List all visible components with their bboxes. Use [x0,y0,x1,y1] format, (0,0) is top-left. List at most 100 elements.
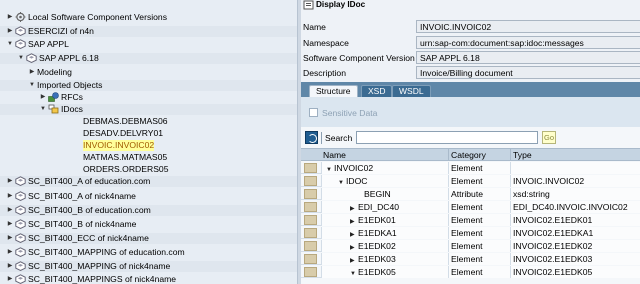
tab-xsd[interactable]: XSD [361,85,393,97]
field-namespace-value[interactable]: urn:sap-com:document:sap:idoc:messages [416,36,640,49]
column-header-name[interactable]: Name [321,149,448,161]
tree-item[interactable]: ▶ SC_BIT400_B of education.com [0,205,297,216]
table-row[interactable]: ▼ E1EDK05 Element INVOIC02.E1EDK05 [301,266,640,278]
tree-item[interactable]: ▼ Imported Objects [0,80,297,91]
tree-item[interactable]: ▶ SC_BIT400_A of nick4name [0,191,297,202]
table-row[interactable]: ▶ E1EDKA1 Element INVOIC02.E1EDKA1 [301,227,640,239]
collapse-arrow-icon[interactable]: ▼ [326,164,334,174]
tree-item[interactable]: ▶ SC_BIT400_MAPPINGS of nick4name [0,274,297,284]
tree-item-label: SC_BIT400_B of nick4name [28,219,137,229]
software-component-version-icon [15,191,26,201]
tree-item-label: SC_BIT400_A of education.com [28,176,151,186]
expand-arrow-icon[interactable]: ▶ [350,216,358,226]
tab-structure[interactable]: Structure [309,85,358,97]
cell-name: BEGIN [321,188,448,200]
tree-item-label: Local Software Component Versions [28,12,168,22]
cell-name-text: IDOC [346,176,368,186]
tree-idoc-item[interactable]: DEBMAS.DEBMAS06 [83,116,168,127]
expand-arrow-icon[interactable]: ▶ [5,191,15,202]
row-selector[interactable] [304,241,317,251]
collapse-arrow-icon[interactable]: ▼ [350,268,358,278]
expand-arrow-icon[interactable]: ▶ [5,274,15,284]
cell-category: Element [448,214,510,226]
cell-name-text: EDI_DC40 [358,202,400,212]
tree-item[interactable]: ▼ SAP APPL [0,39,297,50]
tree-idoc-item[interactable]: ORDERS.ORDERS05 [83,164,168,175]
tree-item[interactable]: ▶ SC_BIT400_ECC of nick4name [0,233,297,244]
collapse-arrow-icon[interactable]: ▼ [27,80,37,91]
expand-arrow-icon[interactable]: ▶ [350,255,358,265]
table-toolbar: Search Go [301,130,640,145]
collapse-arrow-icon[interactable]: ▼ [338,177,346,187]
collapse-arrow-icon[interactable]: ▼ [38,104,48,115]
field-description-value[interactable]: Invoice/Billing document [416,66,640,79]
expand-arrow-icon[interactable]: ▶ [350,203,358,213]
tree-idoc-item[interactable]: INVOIC.INVOIC02 [83,140,155,151]
table-row[interactable]: ▼ INVOIC02 Element [301,162,640,174]
tree-item-label: SC_BIT400_MAPPING of education.com [28,247,185,257]
expand-arrow-icon[interactable]: ▶ [5,205,15,216]
expand-arrow-icon[interactable]: ▶ [5,176,15,187]
tree-item[interactable]: ▶ SC_BIT400_B of nick4name [0,219,297,230]
field-name-value[interactable]: INVOIC.INVOIC02 [416,20,640,33]
table-row[interactable]: ▶ EDI_DC40 Element EDI_DC40.INVOIC.INVOIC02 [301,201,640,213]
search-go-button[interactable]: Go [542,131,556,144]
row-selector[interactable] [304,228,317,238]
tree-idoc-item[interactable]: DESADV.DELVRY01 [83,128,163,139]
expand-arrow-icon[interactable]: ▶ [5,233,15,244]
table-row[interactable]: ▼ IDOC Element INVOIC.INVOIC02 [301,175,640,187]
tree-idoc-item[interactable]: MATMAS.MATMAS05 [83,152,167,163]
search-input[interactable] [356,131,538,144]
cell-category: Element [448,162,510,174]
field-name: Name INVOIC.INVOIC02 [301,20,640,34]
tree-item[interactable]: ▶ SC_BIT400_A of education.com [0,176,297,187]
table-row[interactable]: ▶ E1EDK01 Element INVOIC02.E1EDK01 [301,214,640,226]
column-header-type[interactable]: Type [510,149,640,161]
tree-item-label: SAP APPL [28,39,69,49]
table-settings-icon[interactable] [305,131,318,144]
cell-category: Element [448,201,510,213]
row-selector[interactable] [304,267,317,277]
table-row[interactable]: ▶ E1EDK03 Element INVOIC02.E1EDK03 [301,253,640,265]
software-component-version-icon [15,261,26,271]
tab-bar: Structure XSD WSDL [301,82,640,97]
expand-arrow-icon[interactable]: ▶ [5,219,15,230]
expand-arrow-icon[interactable]: ▶ [5,12,15,23]
collapse-arrow-icon[interactable]: ▼ [16,53,26,64]
row-selector[interactable] [304,176,317,186]
row-selector[interactable] [304,254,317,264]
cell-type: EDI_DC40.INVOIC.INVOIC02 [510,201,640,213]
tree-item[interactable]: ▶ SC_BIT400_MAPPING of education.com [0,247,297,258]
expand-arrow-icon[interactable]: ▶ [27,67,37,78]
tree-item[interactable]: ▶ Local Software Component Versions [0,12,297,23]
expand-arrow-icon[interactable]: ▶ [5,26,15,37]
tree-item[interactable]: ▶ RFCs [0,92,297,103]
expand-arrow-icon[interactable]: ▶ [5,247,15,258]
structure-table: Search Go Name Category Type ▼ INVOIC02 El… [301,127,640,284]
column-header-category[interactable]: Category [448,149,510,161]
cell-name-text: E1EDK01 [358,215,396,225]
expand-arrow-icon[interactable]: ▶ [350,242,358,252]
row-selector[interactable] [304,163,317,173]
expand-arrow-icon[interactable]: ▶ [5,261,15,272]
tree-item[interactable]: ▼ IDocs [0,104,297,115]
tree-item-label: Modeling [37,67,72,77]
field-swcv-value[interactable]: SAP APPL 6.18 [416,51,640,64]
tree-item[interactable]: ▶ ESERCIZI of n4n [0,26,297,37]
tree-item-label: ORDERS.ORDERS05 [83,164,169,174]
sensitive-data-checkbox[interactable] [309,108,318,117]
expand-arrow-icon[interactable]: ▶ [350,229,358,239]
field-namespace: Namespace urn:sap-com:document:sap:idoc:… [301,36,640,50]
tree-item[interactable]: ▼ SAP APPL 6.18 [0,53,297,64]
collapse-arrow-icon[interactable]: ▼ [5,39,15,50]
expand-arrow-icon[interactable]: ▶ [38,92,48,103]
table-row[interactable]: BEGIN Attribute xsd:string [301,188,640,200]
tree-item[interactable]: ▶ SC_BIT400_MAPPING of nick4name [0,261,297,272]
cell-name: ▼ E1EDK05 [321,266,448,278]
row-selector[interactable] [304,202,317,212]
tab-wsdl[interactable]: WSDL [392,85,431,97]
tree-item[interactable]: ▶ Modeling [0,67,297,78]
row-selector[interactable] [304,189,317,199]
row-selector[interactable] [304,215,317,225]
table-row[interactable]: ▶ E1EDK02 Element INVOIC02.E1EDK02 [301,240,640,252]
